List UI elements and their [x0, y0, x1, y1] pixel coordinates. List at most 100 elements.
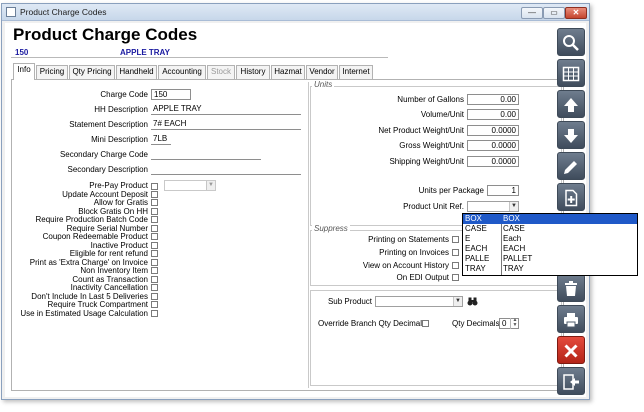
units-per-package-field[interactable]: 1	[487, 185, 519, 196]
unit-option-box[interactable]: BOX BOX	[463, 214, 637, 224]
browse-grid-button[interactable]	[557, 59, 585, 87]
tab-handheld[interactable]: Handheld	[116, 65, 157, 79]
coupon-redeemable-product-checkbox[interactable]	[151, 233, 158, 240]
unit-option-each-short[interactable]: E Each	[463, 234, 637, 244]
inactivity-cancellation-checkbox[interactable]	[151, 284, 158, 291]
eligible-for-rent-refund-checkbox[interactable]	[151, 250, 158, 257]
sub-product-dropdown[interactable]: ▼	[375, 296, 463, 307]
count-as-transaction-checkbox[interactable]	[151, 276, 158, 283]
unit-option-tray[interactable]: TRAY TRAY	[463, 264, 637, 274]
units-per-package-label: Units per Package	[418, 186, 484, 195]
inactive-product-checkbox[interactable]	[151, 242, 158, 249]
gross-weight-field[interactable]: 0.0000	[467, 140, 519, 151]
sub-product-label: Sub Product	[327, 297, 372, 306]
eligible-for-rent-refund-label: Eligible for rent refund	[69, 249, 148, 258]
gross-weight-label: Gross Weight/Unit	[399, 141, 464, 150]
tab-accounting[interactable]: Accounting	[158, 65, 206, 79]
require-serial-number-checkbox[interactable]	[151, 225, 158, 232]
product-unit-ref-dropdown[interactable]: ▼	[467, 201, 519, 212]
chevron-down-icon[interactable]: ▼	[453, 297, 462, 306]
non-inventory-item-checkbox[interactable]	[151, 267, 158, 274]
tab-strip: Info Pricing Qty Pricing Handheld Accoun…	[11, 63, 571, 80]
units-group-title: Units	[312, 80, 335, 89]
volume-unit-field[interactable]: 0.00	[467, 109, 519, 120]
delete-button[interactable]	[557, 274, 585, 302]
charge-code-field[interactable]: 150	[151, 89, 191, 100]
secondary-charge-code-label: Secondary Charge Code	[59, 150, 148, 159]
cancel-icon	[558, 342, 584, 360]
require-production-batch-code-label: Require Production Batch Code	[35, 215, 148, 224]
app-icon	[6, 7, 16, 17]
printing-on-invoices-checkbox[interactable]	[452, 249, 459, 256]
statement-description-label: Statement Description	[69, 120, 148, 129]
new-document-icon	[558, 189, 584, 207]
view-on-account-history-checkbox[interactable]	[452, 262, 459, 269]
require-truck-compartment-checkbox[interactable]	[151, 301, 158, 308]
net-product-weight-field[interactable]: 0.0000	[467, 125, 519, 136]
window-title: Product Charge Codes	[20, 7, 107, 17]
charge-code-label: Charge Code	[100, 90, 148, 99]
page-title: Product Charge Codes	[13, 25, 198, 44]
pre-pay-product-label: Pre-Pay Product	[89, 181, 148, 190]
trash-icon	[558, 280, 584, 298]
hh-description-field[interactable]: APPLE TRAY	[151, 104, 301, 115]
printing-on-invoices-label: Printing on Invoices	[379, 248, 449, 257]
print-button[interactable]	[557, 305, 585, 333]
statement-description-field[interactable]: 7# EACH	[151, 119, 301, 130]
shipping-weight-field[interactable]: 0.0000	[467, 156, 519, 167]
view-on-account-history-label: View on Account History	[362, 261, 449, 270]
arrow-up-icon	[558, 96, 584, 114]
require-truck-compartment-label: Require Truck Compartment	[47, 300, 148, 309]
print-as-extra-charge-checkbox[interactable]	[151, 259, 158, 266]
use-in-estimated-usage-checkbox[interactable]	[151, 310, 158, 317]
minimize-button[interactable]: —	[521, 7, 543, 19]
close-button[interactable]: ✕	[565, 7, 587, 19]
coupon-redeemable-product-label: Coupon Redeemable Product	[42, 232, 148, 241]
maximize-button[interactable]: ▭	[543, 7, 565, 19]
chevron-down-icon[interactable]: ▼	[509, 202, 518, 211]
search-button[interactable]	[557, 28, 585, 56]
non-inventory-item-label: Non Inventory Item	[80, 266, 148, 275]
update-account-deposit-checkbox[interactable]	[151, 191, 158, 198]
qty-decimals-spinner[interactable]: ▲ ▼	[510, 318, 519, 329]
secondary-charge-code-field[interactable]	[151, 149, 261, 160]
edit-button[interactable]	[557, 152, 585, 180]
printer-icon	[558, 311, 584, 329]
dont-include-last-5-deliveries-checkbox[interactable]	[151, 293, 158, 300]
tab-hazmat[interactable]: Hazmat	[271, 65, 305, 79]
unit-option-each[interactable]: EACH EACH	[463, 244, 637, 254]
number-of-gallons-label: Number of Gallons	[397, 95, 464, 104]
tab-history[interactable]: History	[236, 65, 270, 79]
number-of-gallons-field[interactable]: 0.00	[467, 94, 519, 105]
product-charge-codes-window: Product Charge Codes — ▭ ✕ Product Charg…	[1, 3, 638, 400]
tab-info[interactable]: Info	[13, 63, 35, 80]
secondary-description-field[interactable]	[151, 164, 301, 175]
tab-internet[interactable]: Internet	[339, 65, 373, 79]
pre-pay-product-checkbox[interactable]	[151, 183, 158, 190]
header-charge-code: 150	[15, 48, 29, 57]
printing-on-statements-checkbox[interactable]	[452, 236, 459, 243]
override-branch-qty-decimals-checkbox[interactable]	[422, 320, 429, 327]
unit-option-case[interactable]: CASE CASE	[463, 224, 637, 234]
require-production-batch-code-checkbox[interactable]	[151, 216, 158, 223]
new-record-button[interactable]	[557, 183, 585, 211]
previous-record-button[interactable]	[557, 90, 585, 118]
tab-vendor[interactable]: Vendor	[306, 65, 338, 79]
binoculars-icon[interactable]	[467, 296, 478, 307]
next-record-button[interactable]	[557, 121, 585, 149]
on-edi-output-label: On EDI Output	[396, 273, 449, 282]
tab-qty-pricing[interactable]: Qty Pricing	[69, 65, 115, 79]
unit-option-pallet[interactable]: PALLE PALLET	[463, 254, 637, 264]
client-area: Product Charge Codes 150 APPLE TRAY Info…	[5, 23, 638, 397]
tab-pricing[interactable]: Pricing	[36, 65, 68, 79]
chevron-down-icon: ▼	[206, 181, 215, 190]
header-divider	[11, 57, 388, 58]
block-gratis-on-hh-checkbox[interactable]	[151, 208, 158, 215]
printing-on-statements-label: Printing on Statements	[368, 235, 449, 244]
allow-for-gratis-checkbox[interactable]	[151, 199, 158, 206]
volume-unit-label: Volume/Unit	[420, 110, 464, 119]
cancel-button[interactable]	[557, 336, 585, 364]
mini-description-field[interactable]: 7LB	[151, 134, 171, 145]
on-edi-output-checkbox[interactable]	[452, 274, 459, 281]
exit-button[interactable]	[557, 367, 585, 395]
